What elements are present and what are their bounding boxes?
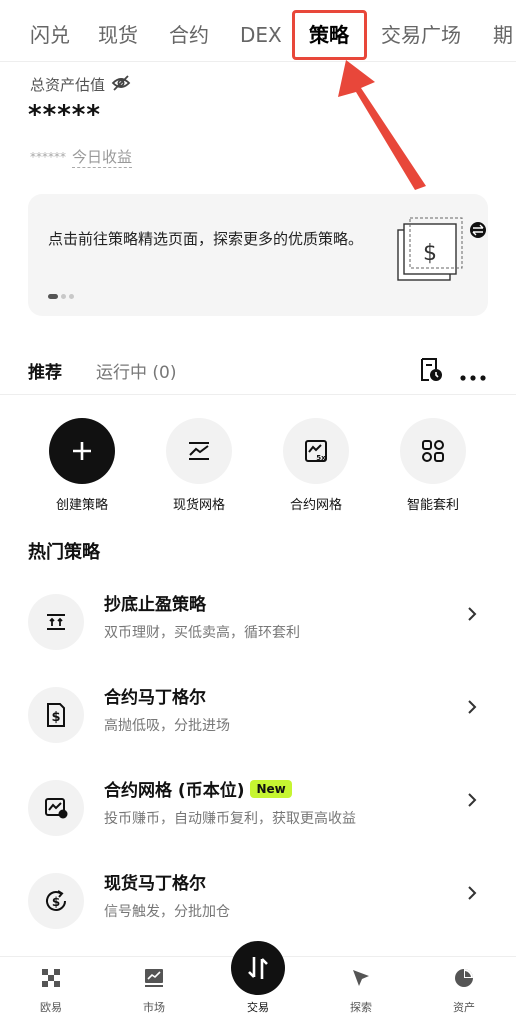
chevron-right-icon (466, 885, 478, 905)
tab-recommend[interactable]: 推荐 (28, 358, 62, 383)
leverage-chart-icon: 5x (283, 418, 349, 484)
highlight-box (292, 10, 367, 60)
okx-logo-icon (42, 969, 60, 987)
banner-dot (48, 294, 58, 299)
svg-text:$: $ (51, 710, 60, 725)
top-tab-bar: 闪兑 现货 合约 DEX 策略 交易广场 期 (0, 0, 516, 62)
nav-label: 欧易 (40, 1001, 62, 1014)
banner-dot (69, 294, 74, 299)
more-icon[interactable] (460, 367, 486, 386)
tab-futures[interactable]: 合约 (169, 22, 209, 48)
arbitrage-icon (400, 418, 466, 484)
strategy-section-tabs: 推荐 运行中 (0) (0, 350, 516, 395)
asset-label-text: 总资产估值 (30, 76, 106, 94)
asset-label: 总资产估值 (30, 74, 131, 95)
total-asset-value: ***** (28, 100, 101, 130)
new-badge: New (250, 779, 292, 798)
smart-arbitrage-button[interactable]: 智能套利 (383, 418, 483, 513)
tab-options-partial[interactable]: 期 (493, 22, 513, 48)
banner-pagination (48, 294, 74, 299)
create-strategy-label: 创建策略 (55, 498, 108, 513)
svg-text:5x: 5x (316, 454, 326, 462)
chevron-right-icon (466, 606, 478, 626)
futures-grid-button[interactable]: 5x 合约网格 (266, 418, 366, 513)
strategy-subtitle: 信号触发，分批加仓 (104, 904, 230, 920)
banner-dot (61, 294, 66, 299)
strategy-item[interactable]: 合约网格 (币本位) New 投币赚币，自动赚币复利，获取更高收益 (0, 772, 516, 852)
tab-flash-swap[interactable]: 闪兑 (30, 22, 70, 48)
spot-grid-button[interactable]: 现货网格 (149, 418, 249, 513)
coin-chart-icon (28, 780, 84, 836)
nav-label: 资产 (453, 1001, 475, 1014)
tab-trading-square[interactable]: 交易广场 (381, 22, 461, 48)
hot-strategies-title: 热门策略 (28, 542, 100, 563)
strategy-item[interactable]: $ 合约马丁格尔 高抛低吸，分批进场 (0, 679, 516, 759)
strategy-title: 合约马丁格尔 (104, 683, 206, 708)
tab-spot[interactable]: 现货 (98, 22, 138, 48)
smart-arbitrage-label: 智能套利 (406, 498, 459, 513)
dollar-doc-icon: $ (28, 687, 84, 743)
strategy-title-text: 现货马丁格尔 (104, 874, 206, 894)
create-strategy-button[interactable]: 创建策略 (32, 418, 132, 513)
nav-label: 探索 (350, 1001, 372, 1014)
strategy-item[interactable]: 抄底止盈策略 双币理财，买低卖高，循环套利 (0, 586, 516, 666)
chevron-right-icon (466, 699, 478, 719)
strategy-item[interactable]: $ 现货马丁格尔 信号触发，分批加仓 (0, 865, 516, 945)
market-chart-icon (145, 969, 163, 987)
strategy-subtitle: 双币理财，买低卖高，循环套利 (104, 625, 300, 641)
strategy-title: 合约网格 (币本位) New (104, 776, 292, 801)
dollar-cycle-icon: $ (28, 873, 84, 929)
compass-icon (353, 970, 369, 986)
plus-icon (49, 418, 115, 484)
today-pnl-label[interactable]: 今日收益 (72, 146, 133, 168)
tab-dex[interactable]: DEX (240, 22, 282, 48)
nav-label: 交易 (247, 1001, 269, 1014)
history-icon[interactable] (417, 356, 445, 388)
tab-running[interactable]: 运行中 (0) (96, 358, 176, 383)
today-pnl-value: ****** (30, 150, 66, 164)
spot-grid-label: 现货网格 (172, 498, 225, 513)
nav-explore[interactable]: 探索 (321, 967, 401, 1015)
buy-low-sell-high-icon (28, 594, 84, 650)
chevron-right-icon (466, 792, 478, 812)
nav-market[interactable]: 市场 (114, 967, 194, 1015)
eye-off-icon[interactable] (111, 74, 131, 95)
strategy-title-text: 合约网格 (币本位) (104, 781, 245, 801)
pie-chart-icon (455, 969, 473, 987)
nav-okx[interactable]: 欧易 (11, 967, 91, 1015)
promo-banner[interactable]: 点击前往策略精选页面，探索更多的优质策略。 $ (28, 194, 488, 316)
today-pnl-row: ****** 今日收益 (30, 146, 133, 168)
strategy-title: 现货马丁格尔 (104, 869, 206, 894)
futures-grid-label: 合约网格 (289, 498, 342, 513)
nav-label: 市场 (143, 1001, 165, 1014)
strategy-title: 抄底止盈策略 (104, 590, 206, 615)
nav-trade[interactable]: 交易 (218, 941, 298, 1015)
strategy-title-text: 合约马丁格尔 (104, 688, 206, 708)
strategy-subtitle: 高抛低吸，分批进场 (104, 718, 230, 734)
svg-text:$: $ (423, 241, 437, 266)
trade-arrows-icon (231, 941, 285, 995)
svg-text:$: $ (52, 895, 60, 909)
nav-assets[interactable]: 资产 (424, 967, 504, 1015)
strategy-title-text: 抄底止盈策略 (104, 595, 206, 615)
bottom-nav: 欧易 市场 交易 探索 资产 (0, 941, 516, 1032)
strategy-document-icon: $ (397, 217, 486, 281)
strategy-subtitle: 投币赚币，自动赚币复利，获取更高收益 (104, 811, 356, 827)
grid-chart-icon (166, 418, 232, 484)
banner-text: 点击前往策略精选页面，探索更多的优质策略。 (48, 230, 364, 248)
